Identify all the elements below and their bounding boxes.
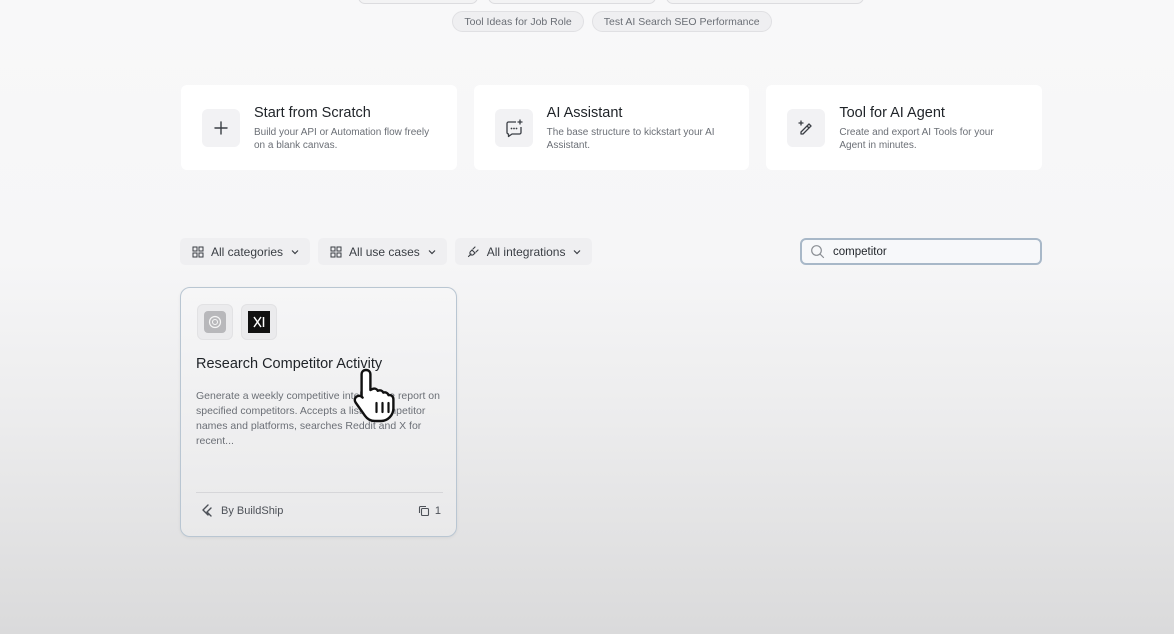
clone-count: 1 [418,505,441,517]
wand-icon [787,109,826,147]
ai-assistant-card[interactable]: AI Assistant The base structure to kicks… [473,85,750,170]
filter-label: All categories [211,244,284,259]
suggestion-chip[interactable]: Tool Ideas for Job Role [452,11,584,32]
xai-icon [241,304,277,340]
card-description: The base structure to kickstart your AI … [546,127,715,151]
suggestion-chip-hidden[interactable] [358,0,478,4]
author-label: By BuildShip [221,504,284,517]
grid-icon [192,246,204,257]
author: By BuildShip [201,504,283,517]
suggestion-chip-hidden[interactable] [666,0,864,4]
filter-label: All use cases [349,244,420,259]
search-box[interactable] [800,238,1042,265]
openai-icon [197,304,233,340]
filter-label: All integrations [486,244,566,259]
suggestion-chips: Tool Ideas for Job Role Test AI Search S… [0,11,1174,32]
template-card[interactable]: Research Competitor Activity Generate a … [180,287,457,537]
buildship-logo-icon [202,504,212,517]
card-description: Build your API or Automation flow freely… [254,127,430,151]
start-options: Start from Scratch Build your API or Aut… [181,85,1043,170]
integration-icons [197,304,277,340]
template-description: Generate a weekly competitive intelligen… [196,390,440,447]
plus-icon [202,109,240,147]
grid-icon [330,246,342,257]
filter-bar: All categories All use cases All integra… [180,238,593,265]
suggestion-chip[interactable]: Test AI Search SEO Performance [591,11,772,32]
plug-icon [467,246,479,258]
chat-sparkle-icon [494,109,533,147]
clone-count-value: 1 [434,504,441,517]
template-footer: By BuildShip 1 [201,504,441,517]
search-icon [811,245,825,259]
hand-cursor-icon [353,368,395,423]
card-title: AI Assistant [546,105,623,121]
use-cases-filter-dropdown[interactable]: All use cases [318,238,447,265]
integrations-filter-dropdown[interactable]: All integrations [454,238,593,265]
card-title: Start from Scratch [254,105,371,121]
copy-icon [418,505,429,516]
categories-filter-dropdown[interactable]: All categories [180,238,311,265]
suggestion-chips-hidden [0,0,1174,4]
start-from-scratch-card[interactable]: Start from Scratch Build your API or Aut… [181,85,457,170]
chevron-down-icon [574,249,581,254]
card-description: Create and export AI Tools for your Agen… [839,127,994,151]
suggestion-chip-hidden[interactable] [488,0,656,4]
tool-for-ai-agent-card[interactable]: Tool for AI Agent Create and export AI T… [766,85,1043,170]
chevron-down-icon [428,249,436,254]
card-title: Tool for AI Agent [839,105,945,121]
divider [196,492,443,493]
search-input[interactable] [833,245,1033,258]
chevron-down-icon [291,249,299,254]
